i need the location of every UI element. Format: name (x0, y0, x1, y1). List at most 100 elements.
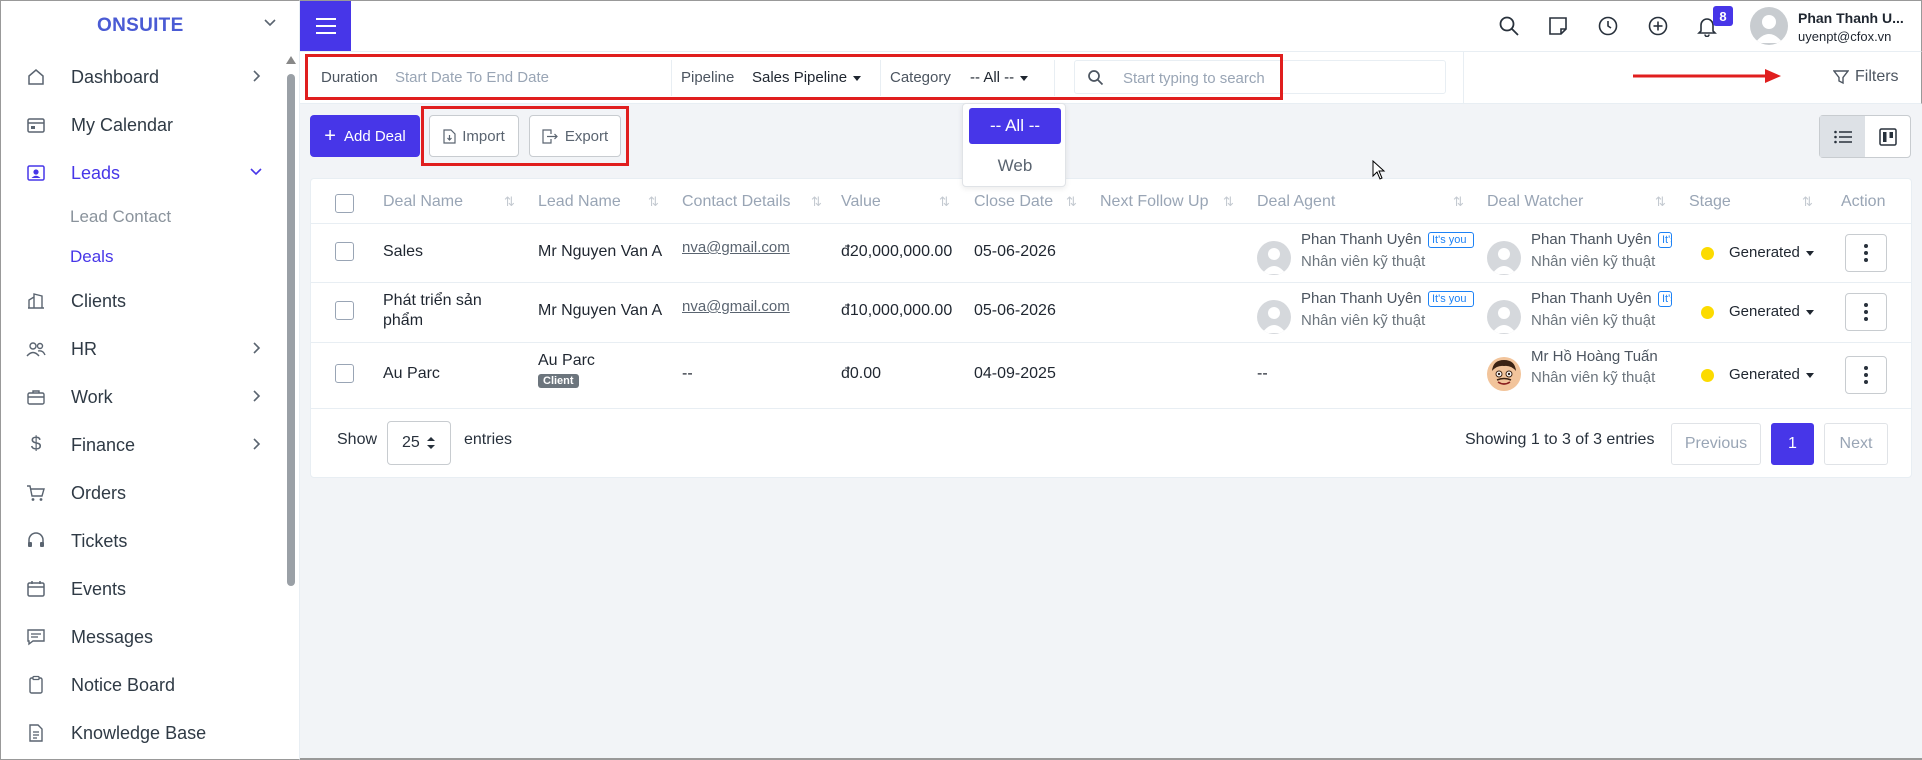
add-circle-icon[interactable] (1647, 15, 1669, 37)
sidebar-scrollbar[interactable] (284, 56, 296, 756)
dot (1864, 310, 1868, 314)
scrollbar-thumb[interactable] (287, 74, 295, 586)
stage-select[interactable]: Generated (1729, 366, 1814, 383)
contact-card-icon (25, 162, 47, 184)
deal-name[interactable]: Sales (383, 243, 423, 261)
row-checkbox[interactable] (335, 364, 354, 383)
search-icon[interactable] (1498, 15, 1520, 37)
sidebar-item-hr[interactable]: HR (1, 325, 299, 373)
red-annotation-box-filters (305, 54, 1283, 100)
sidebar-item-knowledge-base[interactable]: Knowledge Base (1, 709, 299, 757)
lead-name[interactable]: Mr Nguyen Van A (538, 243, 662, 261)
page-1-button[interactable]: 1 (1771, 423, 1814, 465)
sidebar-item-label: Finance (71, 434, 136, 455)
column-header-close-date[interactable]: Close Date (974, 193, 1053, 211)
sidebar-item-label: Orders (71, 482, 127, 503)
select-all-checkbox[interactable] (335, 194, 354, 213)
page-size-select[interactable]: 25 (387, 421, 451, 465)
stage-select[interactable]: Generated (1729, 303, 1814, 320)
deal-name[interactable]: Au Parc (383, 365, 440, 383)
row-action-menu-button[interactable] (1845, 293, 1887, 331)
dot (1864, 366, 1868, 370)
row-checkbox[interactable] (335, 301, 354, 320)
column-header-contact-details[interactable]: Contact Details (682, 193, 791, 211)
sort-icon[interactable]: ⇅ (648, 194, 659, 210)
user-avatar[interactable] (1750, 7, 1788, 45)
stage-select[interactable]: Generated (1729, 244, 1814, 261)
column-header-deal-watcher[interactable]: Deal Watcher (1487, 193, 1583, 211)
kanban-view-button[interactable] (1865, 116, 1910, 157)
sort-icon[interactable]: ⇅ (1453, 194, 1464, 210)
avatar[interactable] (1257, 300, 1291, 334)
column-header-value[interactable]: Value (841, 193, 881, 211)
add-deal-button[interactable]: + Add Deal (310, 115, 420, 157)
user-name[interactable]: Phan Thanh U... (1798, 10, 1904, 26)
watcher-name[interactable]: Phan Thanh Uyên (1531, 290, 1652, 307)
avatar[interactable] (1487, 241, 1521, 275)
menu-toggle-button[interactable] (300, 1, 351, 51)
column-header-deal-name[interactable]: Deal Name (383, 193, 463, 211)
its-you-badge: It's you (1658, 232, 1672, 248)
sidebar-subitem-lead-contact[interactable]: Lead Contact (1, 197, 299, 237)
category-option-all[interactable]: -- All -- (969, 108, 1061, 144)
row-checkbox[interactable] (335, 242, 354, 261)
sidebar-item-orders[interactable]: Orders (1, 469, 299, 517)
deal-name-line2[interactable]: phẩm (383, 312, 423, 330)
sidebar-item-label: HR (71, 338, 97, 359)
category-option-web[interactable]: Web (969, 148, 1061, 184)
avatar[interactable] (1257, 241, 1291, 275)
next-page-button[interactable]: Next (1824, 423, 1888, 465)
sidebar-item-notice-board[interactable]: Notice Board (1, 661, 299, 709)
chevron-down-icon[interactable] (263, 16, 277, 30)
sidebar-subitem-deals[interactable]: Deals (1, 237, 299, 277)
sort-icon[interactable]: ⇅ (1066, 194, 1077, 210)
chevron-right-icon (253, 438, 261, 450)
agent-name[interactable]: Phan Thanh Uyên (1301, 290, 1422, 307)
sidebar-item-messages[interactable]: Messages (1, 613, 299, 661)
column-header-deal-agent[interactable]: Deal Agent (1257, 193, 1335, 211)
contact-email-link[interactable]: nva@gmail.com (682, 239, 790, 256)
clock-icon[interactable] (1597, 15, 1619, 37)
sort-icon[interactable]: ⇅ (504, 194, 515, 210)
sidebar-item-clients[interactable]: Clients (1, 277, 299, 325)
watcher-name[interactable]: Phan Thanh Uyên (1531, 231, 1652, 248)
agent-name[interactable]: Phan Thanh Uyên (1301, 231, 1422, 248)
sort-icon[interactable]: ⇅ (1223, 194, 1234, 210)
deal-name-line1[interactable]: Phát triển sản (383, 292, 482, 310)
lead-name[interactable]: Mr Nguyen Van A (538, 302, 662, 320)
sort-icon[interactable]: ⇅ (1802, 194, 1813, 210)
row-action-menu-button[interactable] (1845, 234, 1887, 272)
building-icon (25, 290, 47, 312)
filters-button[interactable]: Filters (1833, 68, 1899, 86)
row-action-menu-button[interactable] (1845, 356, 1887, 394)
watcher-role: Nhân viên kỹ thuật (1531, 253, 1656, 270)
lead-name[interactable]: Au Parc (538, 352, 595, 370)
sidebar-item-tickets[interactable]: Tickets (1, 517, 299, 565)
sidebar-item-my-calendar[interactable]: My Calendar (1, 101, 299, 149)
sidebar-item-dashboard[interactable]: Dashboard (1, 53, 299, 101)
watcher-name[interactable]: Mr Hồ Hoàng Tuấn (1531, 348, 1658, 365)
sort-icon[interactable]: ⇅ (1655, 194, 1666, 210)
avatar[interactable] (1487, 300, 1521, 334)
sort-icon[interactable]: ⇅ (811, 194, 822, 210)
brand-header[interactable]: ONSUITE (1, 1, 299, 51)
column-header-next-follow-up[interactable]: Next Follow Up (1100, 193, 1208, 211)
scroll-up-arrow-icon[interactable] (286, 56, 296, 64)
column-header-lead-name[interactable]: Lead Name (538, 193, 621, 211)
column-header-stage[interactable]: Stage (1689, 193, 1731, 211)
avatar[interactable] (1487, 357, 1521, 391)
previous-page-button[interactable]: Previous (1671, 423, 1761, 465)
sort-icon[interactable]: ⇅ (939, 194, 950, 210)
sidebar-item-work[interactable]: Work (1, 373, 299, 421)
sticky-note-icon[interactable] (1547, 15, 1569, 37)
list-view-button[interactable] (1820, 116, 1865, 157)
contact-email-link[interactable]: nva@gmail.com (682, 298, 790, 315)
dot (1864, 380, 1868, 384)
default-avatar-icon (1262, 307, 1286, 333)
people-icon (25, 338, 47, 360)
entries-label: entries (464, 431, 513, 448)
chevron-right-icon (253, 342, 261, 354)
sidebar-item-leads[interactable]: Leads (1, 149, 299, 197)
sidebar-item-events[interactable]: Events (1, 565, 299, 613)
sidebar-item-finance[interactable]: $ Finance (1, 421, 299, 469)
